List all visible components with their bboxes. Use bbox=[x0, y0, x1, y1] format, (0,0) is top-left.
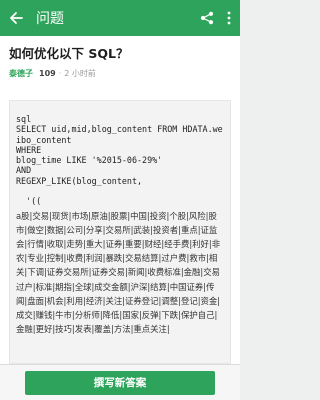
question-title: 如何优化以下 SQL？ bbox=[9, 46, 129, 61]
write-answer-button[interactable]: 撰写新答案 bbox=[25, 370, 215, 395]
meta-separator: · bbox=[58, 69, 62, 78]
more-options-button[interactable] bbox=[220, 0, 238, 36]
post-time: 2 小时前 bbox=[64, 69, 96, 78]
back-button[interactable] bbox=[0, 0, 32, 36]
arrow-back-icon bbox=[10, 12, 23, 24]
share-icon bbox=[200, 11, 214, 25]
page-title: 问题 bbox=[36, 11, 64, 27]
author-score: 109 bbox=[39, 69, 56, 78]
top-app-bar: 问题 bbox=[0, 0, 240, 36]
share-button[interactable] bbox=[194, 0, 220, 36]
bottom-bar: 撰写新答案 bbox=[0, 364, 240, 400]
question-meta: 泰德子 109 · 2 小时前 bbox=[0, 66, 240, 79]
keyword-list: a股|交易|现货|市场|原油|股票|中国|投资|个股|风险|股市|做空|数据|公… bbox=[16, 210, 221, 335]
code-text: sql SELECT uid,mid,blog_content FROM HDA… bbox=[16, 114, 223, 207]
question-content[interactable]: 如何优化以下 SQL？ 泰德子 109 · 2 小时前 sql SELECT u… bbox=[0, 36, 240, 364]
author-name[interactable]: 泰德子 bbox=[9, 68, 33, 79]
more-vert-icon bbox=[227, 11, 231, 25]
code-block: sql SELECT uid,mid,blog_content FROM HDA… bbox=[9, 100, 231, 364]
